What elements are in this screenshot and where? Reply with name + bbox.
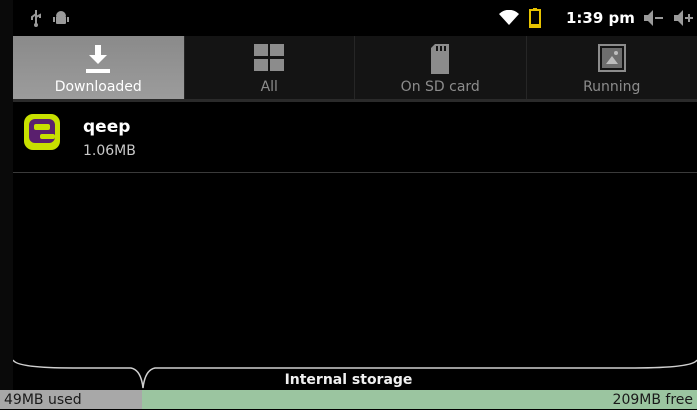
volume-up-icon[interactable] bbox=[673, 0, 693, 36]
qeep-app-icon bbox=[22, 112, 62, 152]
tab-sd-card-label: On SD card bbox=[401, 79, 480, 99]
storage-bar: 49MB used 209MB free bbox=[0, 390, 697, 409]
tab-downloaded[interactable]: Downloaded bbox=[13, 36, 184, 99]
tab-bar: Downloaded All On SD card Running bbox=[13, 36, 697, 102]
screen-bezel bbox=[0, 0, 13, 409]
volume-down-icon[interactable] bbox=[643, 0, 663, 36]
sd-card-icon bbox=[431, 44, 449, 78]
app-size: 1.06MB bbox=[83, 143, 136, 159]
storage-free-text: 209MB free bbox=[613, 390, 693, 410]
tab-downloaded-label: Downloaded bbox=[55, 79, 142, 99]
tab-running[interactable]: Running bbox=[526, 36, 697, 99]
tab-all[interactable]: All bbox=[184, 36, 355, 99]
list-item[interactable]: qeep 1.06MB bbox=[13, 102, 697, 173]
usb-icon bbox=[27, 0, 45, 36]
app-name: qeep bbox=[83, 117, 130, 137]
status-time: 1:39 pm bbox=[566, 0, 635, 36]
storage-label: Internal storage bbox=[0, 372, 697, 388]
battery-icon bbox=[528, 0, 542, 36]
tab-sd-card[interactable]: On SD card bbox=[354, 36, 526, 99]
android-debug-icon bbox=[52, 0, 70, 36]
running-apps-icon bbox=[598, 44, 626, 76]
grid-icon bbox=[254, 44, 284, 76]
status-bar: 1:39 pm bbox=[13, 0, 697, 36]
wifi-icon bbox=[498, 0, 520, 36]
tab-all-label: All bbox=[261, 79, 278, 99]
storage-used-text: 49MB used bbox=[4, 390, 82, 410]
tab-running-label: Running bbox=[583, 79, 640, 99]
download-icon bbox=[85, 44, 111, 78]
